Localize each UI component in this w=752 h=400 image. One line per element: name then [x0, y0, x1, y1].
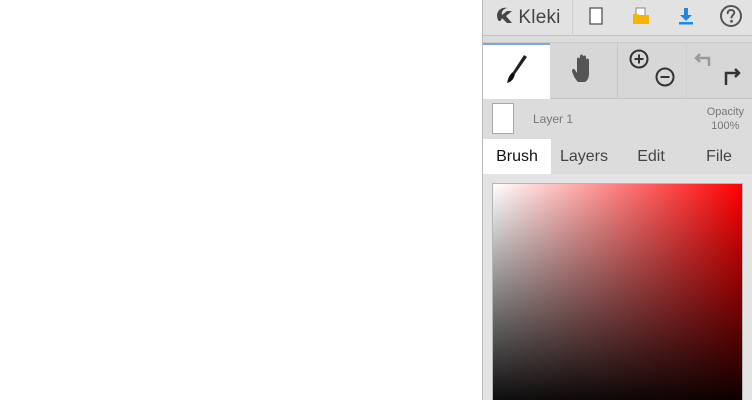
value-gradient [493, 184, 742, 400]
help-icon [719, 4, 743, 33]
kleki-logo-text: Kleki [518, 7, 561, 28]
undo-redo-icon [694, 47, 746, 96]
tab-file[interactable]: File [685, 139, 752, 174]
opacity-label: Opacity [706, 106, 744, 118]
sidebar: Kleki Layer 1 Opacity 100% Brush Layers … [482, 0, 752, 400]
hand-tool-button[interactable] [550, 43, 618, 99]
layer-opacity: Opacity 100% [707, 105, 744, 133]
new-image-button[interactable] [573, 0, 618, 36]
download-icon [676, 6, 696, 31]
tab-edit[interactable]: Edit [617, 139, 685, 174]
active-layer-row[interactable]: Layer 1 Opacity 100% [483, 99, 752, 139]
brush-tool-button[interactable] [483, 43, 550, 99]
tab-bar: Brush Layers Edit File [483, 139, 752, 174]
layer-name: Layer 1 [533, 112, 574, 126]
brush-panel [483, 174, 752, 400]
save-image-button[interactable] [663, 0, 708, 36]
zoom-in-out-icon [627, 47, 679, 96]
brush-icon [502, 52, 532, 93]
tab-layers[interactable]: Layers [551, 139, 617, 174]
drawing-canvas[interactable] [0, 0, 482, 400]
tab-brush[interactable]: Brush [483, 139, 551, 174]
undo-redo-buttons[interactable] [687, 43, 752, 99]
layer-thumbnail [492, 103, 514, 134]
opacity-value: 100% [711, 120, 740, 132]
hand-icon [569, 52, 599, 91]
top-bar: Kleki [483, 0, 752, 36]
tool-row [483, 42, 752, 99]
kleki-logo-icon [494, 5, 516, 32]
help-button[interactable] [708, 0, 752, 36]
zoom-buttons[interactable] [619, 43, 687, 99]
kleki-logo[interactable]: Kleki [483, 0, 573, 36]
color-picker-area[interactable] [492, 183, 743, 400]
new-page-icon [588, 6, 604, 30]
open-folder-icon [631, 6, 651, 31]
open-image-button[interactable] [618, 0, 663, 36]
